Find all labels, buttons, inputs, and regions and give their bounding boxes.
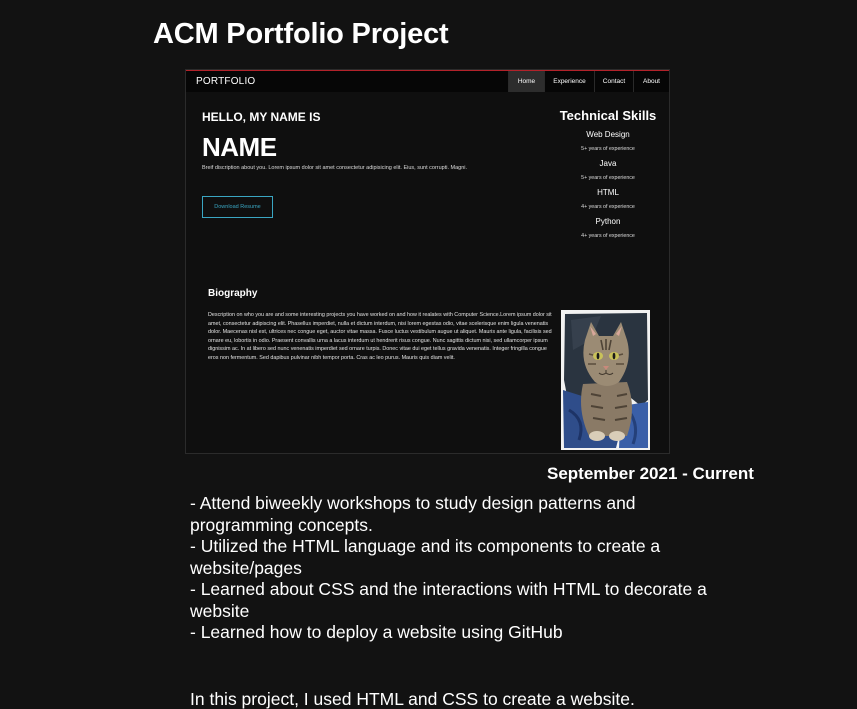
skill-years: 5+ years of experience	[581, 175, 635, 181]
hero-name: NAME	[202, 132, 277, 162]
project-summary: In this project, I used HTML and CSS to …	[190, 689, 635, 709]
page: ACM Portfolio Project PORTFOLIO Home Exp…	[0, 0, 857, 709]
skill-name: Java	[599, 159, 617, 168]
bullet-item: - Learned about CSS and the interactions…	[190, 579, 707, 621]
portfolio-screenshot: PORTFOLIO Home Experience Contact About …	[185, 69, 670, 454]
nav-link-contact: Contact	[594, 71, 633, 92]
skill-name: Web Design	[586, 130, 630, 139]
biography-title: Biography	[208, 288, 258, 299]
bullet-item: - Learned how to deploy a website using …	[190, 622, 563, 642]
portfolio-navbar: PORTFOLIO Home Experience Contact About	[186, 71, 669, 92]
bullet-item: - Attend biweekly workshops to study des…	[190, 493, 636, 535]
hero-greeting: HELLO, MY NAME IS	[202, 110, 321, 124]
hero-brief: Breif discription about you. Lorem ipsum…	[202, 165, 468, 171]
skill-name: Python	[595, 217, 621, 226]
nav-links: Home Experience Contact About	[508, 71, 669, 92]
experience-bullets: - Attend biweekly workshops to study des…	[190, 493, 710, 644]
download-resume-button: Download Resume	[202, 196, 273, 218]
nav-link-home: Home	[508, 71, 544, 92]
project-title: ACM Portfolio Project	[153, 18, 449, 50]
skills-title: Technical Skills	[559, 108, 657, 123]
nav-link-about: About	[633, 71, 669, 92]
nav-brand: PORTFOLIO	[196, 76, 256, 87]
technical-skills: Technical Skills Web Design 5+ years of …	[558, 108, 658, 245]
skill-name: HTML	[597, 188, 619, 197]
nav-link-experience: Experience	[544, 71, 594, 92]
skill-years: 4+ years of experience	[581, 233, 635, 239]
skill-years: 4+ years of experience	[581, 204, 635, 210]
biography-text: Description on who you are and some inte…	[208, 312, 552, 361]
cat-photo	[561, 310, 650, 450]
skill-years: 5+ years of experience	[581, 146, 635, 152]
date-range: September 2021 - Current	[547, 464, 754, 483]
bullet-item: - Utilized the HTML language and its com…	[190, 536, 661, 578]
